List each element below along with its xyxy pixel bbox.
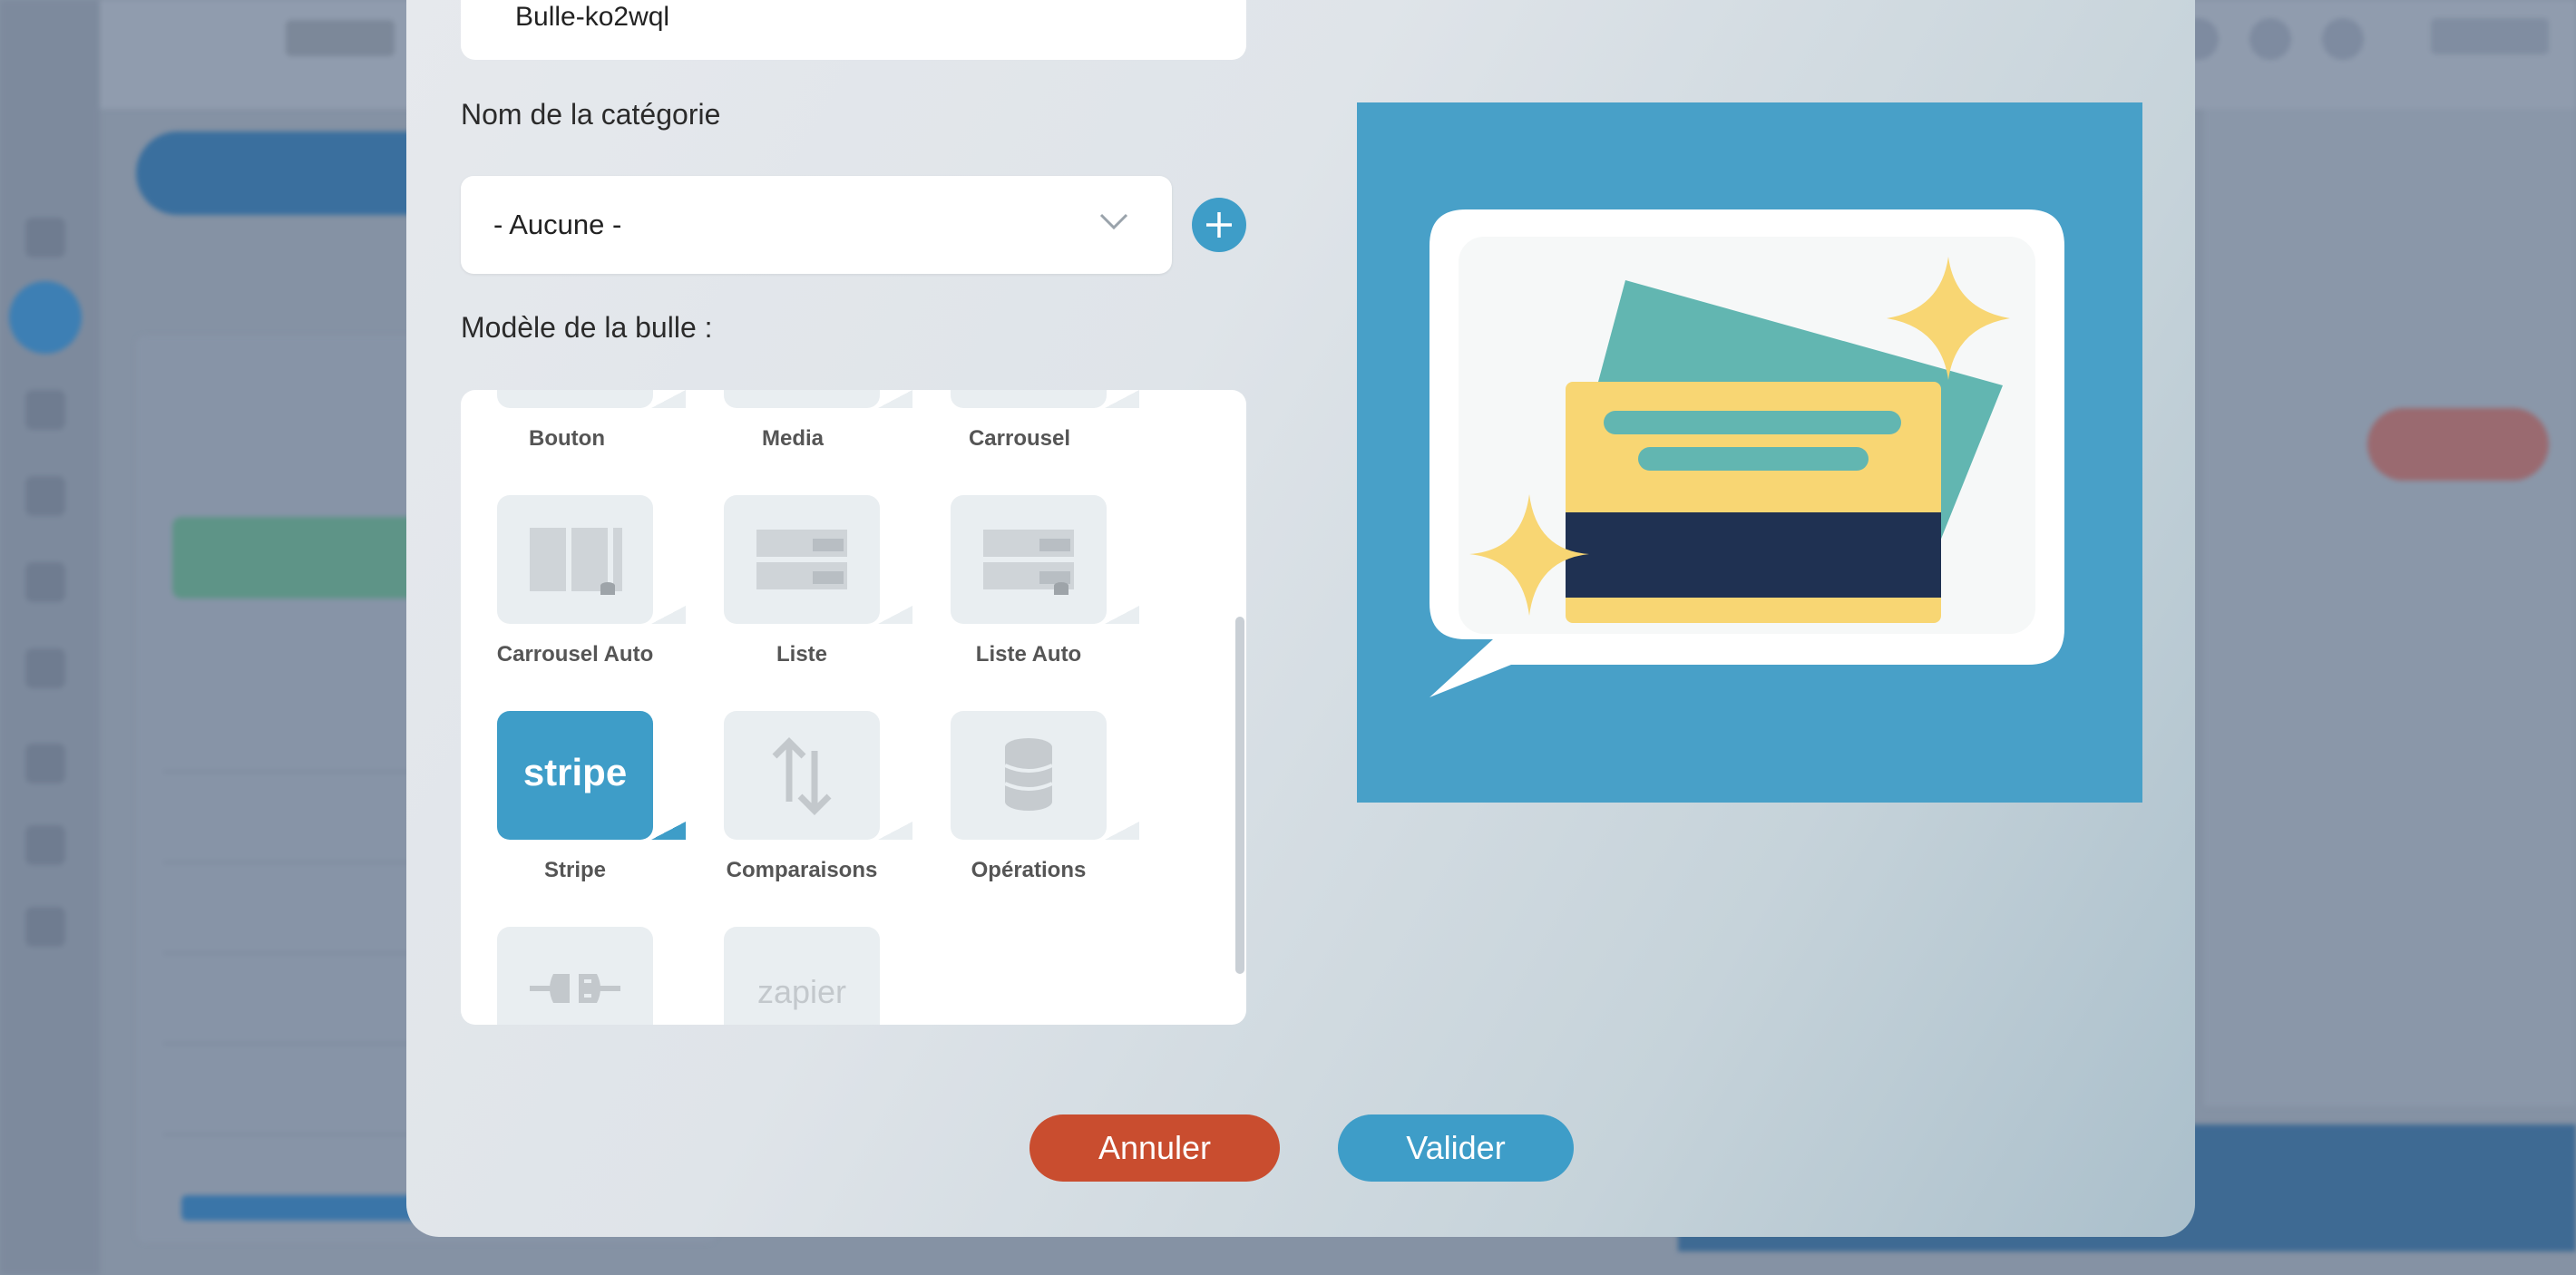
template-tile-operations[interactable]	[951, 711, 1139, 840]
template-label-stripe: Stripe	[543, 858, 606, 882]
svg-text:stripe: stripe	[523, 751, 627, 793]
template-scrollbar[interactable]	[1235, 617, 1244, 974]
background-icon	[2322, 18, 2364, 60]
background-sidebar-active	[9, 281, 82, 354]
plus-icon	[1206, 212, 1232, 238]
cancel-button[interactable]: Annuler	[1029, 1114, 1280, 1182]
template-tile-comparaisons[interactable]	[724, 711, 912, 840]
stripe-logo: stripe	[523, 751, 627, 793]
template-tile-carrousel-auto[interactable]	[497, 495, 686, 624]
zapier-logo: zapier	[757, 973, 846, 1010]
background-sidebar-icon	[25, 744, 65, 783]
template-picker[interactable]: Bouton Media Carrousel Carrousel Auto Li…	[461, 390, 1246, 1025]
template-label-carrousel: Carrousel	[968, 426, 1071, 451]
template-label-liste: Liste	[776, 642, 827, 667]
chevron-down-icon	[1099, 213, 1128, 230]
template-tile-stripe[interactable]: stripe	[497, 711, 686, 840]
list-icon	[756, 530, 847, 589]
background-sidebar-icon	[25, 562, 65, 602]
template-label-comparaisons: Comparaisons	[726, 858, 878, 882]
background-logo	[100, 9, 209, 73]
background-sidebar-icon	[25, 648, 65, 688]
template-label-operations: Opérations	[971, 858, 1087, 882]
background-icon	[2249, 18, 2291, 60]
template-label-media: Media	[761, 426, 824, 451]
background-sidebar-icon	[25, 390, 65, 430]
template-tile-zapier[interactable]: zapier	[724, 927, 880, 1025]
background-sidebar	[0, 0, 100, 1275]
template-label: Modèle de la bulle :	[461, 311, 713, 344]
template-tile-bouton[interactable]	[497, 390, 686, 408]
template-tile-liste[interactable]	[724, 495, 912, 624]
background-sidebar-icon	[25, 218, 65, 258]
add-category-button[interactable]	[1192, 198, 1246, 252]
database-icon	[1004, 738, 1053, 811]
template-preview	[1357, 102, 2142, 803]
carousel-auto-icon	[530, 528, 622, 595]
template-label-liste-auto: Liste Auto	[975, 642, 1082, 667]
plug-icon	[530, 974, 620, 1003]
bubble-name-field[interactable]: Bulle-ko2wql	[461, 0, 1246, 60]
template-label-carrousel-auto: Carrousel Auto	[496, 642, 654, 667]
background-sidebar-icon	[25, 476, 65, 516]
list-auto-icon	[983, 530, 1074, 595]
template-label-bouton: Bouton	[529, 426, 605, 451]
background-sidebar-icon	[25, 825, 65, 865]
category-select-value: - Aucune -	[493, 209, 622, 240]
template-tile-liste-auto[interactable]	[951, 495, 1139, 624]
category-select[interactable]: - Aucune -	[461, 176, 1172, 274]
background-panel	[2204, 109, 2576, 1106]
template-tile-media[interactable]	[724, 390, 912, 408]
background-red-button	[2367, 408, 2549, 481]
bubble-name-value: Bulle-ko2wql	[515, 2, 670, 32]
credit-card-icon	[1429, 209, 2064, 697]
template-tile-plugin[interactable]	[497, 927, 653, 1025]
background-sidebar-icon	[25, 907, 65, 947]
transfer-arrows-icon	[772, 737, 832, 815]
background-title	[286, 20, 395, 56]
svg-text:zapier: zapier	[757, 973, 846, 1010]
validate-button[interactable]: Valider	[1338, 1114, 1574, 1182]
template-tile-carrousel[interactable]	[951, 390, 1139, 408]
create-bubble-modal: Bulle-ko2wql Nom de la catégorie - Aucun…	[406, 0, 2195, 1237]
background-user	[2431, 18, 2549, 54]
category-label: Nom de la catégorie	[461, 98, 721, 131]
